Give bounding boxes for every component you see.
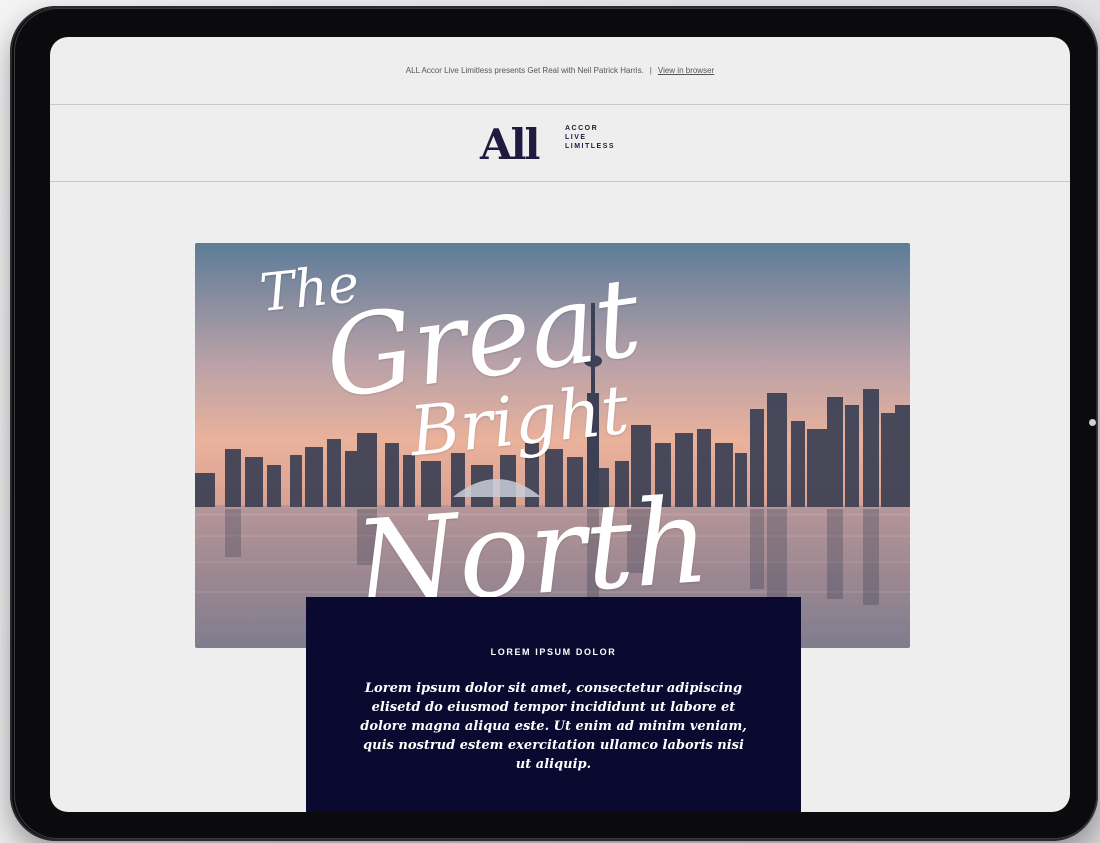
email-screen: ALL Accor Live Limitless presents Get Re…: [50, 37, 1070, 812]
preheader-separator: |: [649, 65, 652, 75]
card-body-text: Lorem ipsum dolor sit amet, consectetur …: [360, 681, 747, 772]
preheader-text: ALL Accor Live Limitless presents Get Re…: [405, 65, 644, 75]
logo-tagline-line: LIMITLESS: [565, 143, 616, 150]
header-divider-bottom: [50, 181, 1070, 182]
logo-tagline-line: ACCOR: [565, 125, 599, 132]
logo-wordmark: All: [480, 120, 540, 169]
logo-tagline-line: LIVE: [565, 134, 587, 141]
all-accor-logo[interactable]: All ACCOR LIVE LIMITLESS: [480, 115, 640, 175]
hero-image[interactable]: The Great Bright North: [195, 243, 910, 648]
card-eyebrow: LOREM IPSUM DOLOR: [490, 647, 617, 657]
intro-card: LOREM IPSUM DOLOR Lorem ipsum dolor sit …: [306, 597, 801, 812]
logo-tagline: ACCOR LIVE LIMITLESS: [565, 125, 615, 150]
camera-dot: [1089, 419, 1096, 426]
view-in-browser-link[interactable]: View in browser: [658, 66, 714, 75]
header-divider-top: [50, 104, 1070, 105]
preheader: ALL Accor Live Limitless presents Get Re…: [50, 37, 1070, 103]
